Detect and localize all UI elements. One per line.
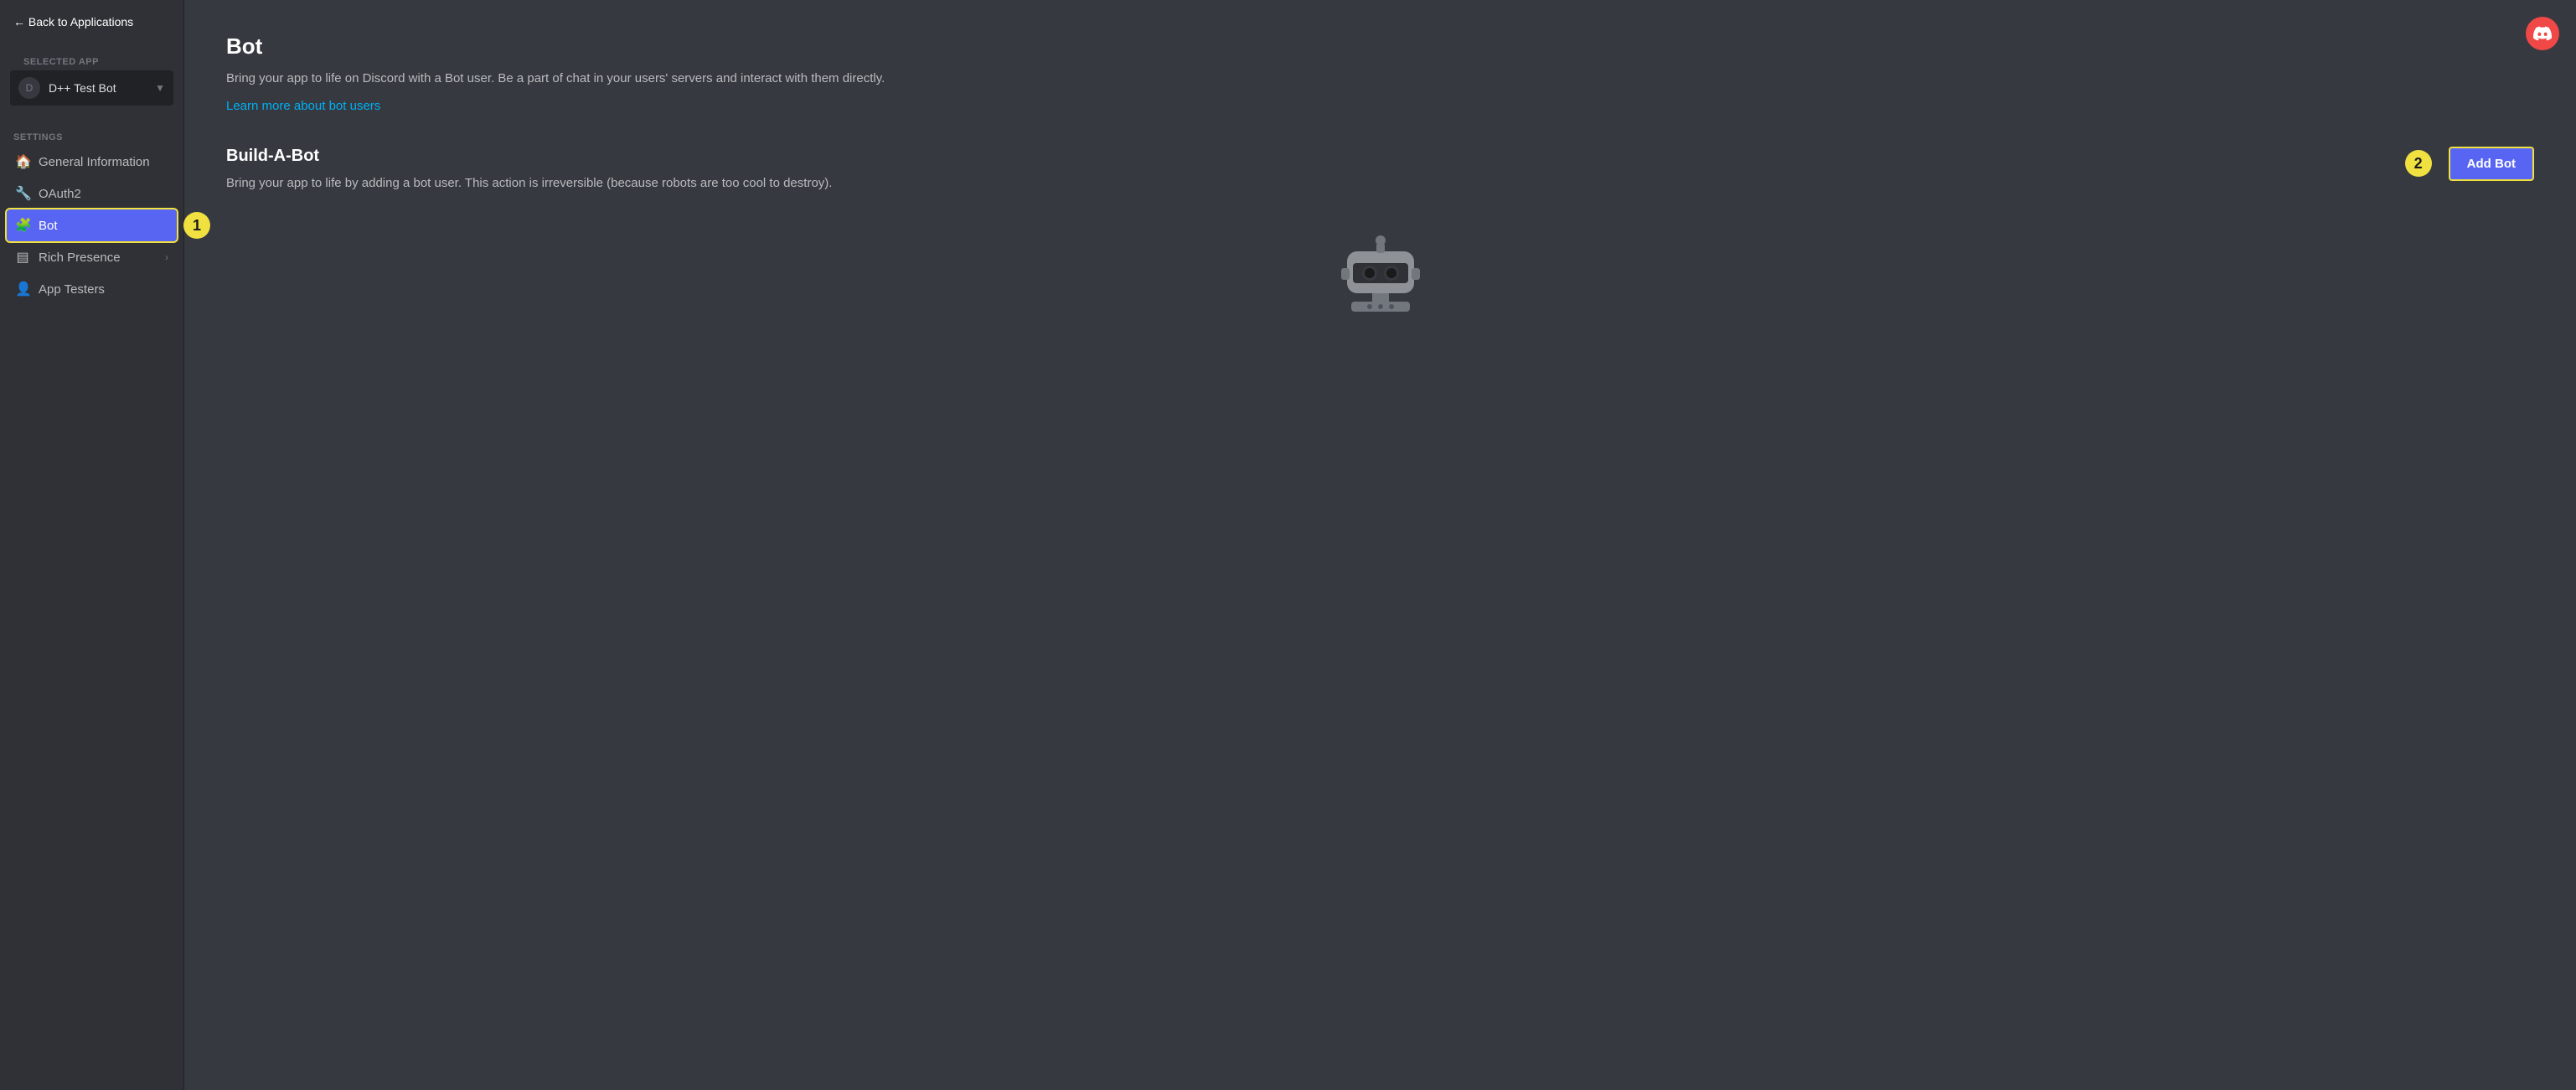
annotation-2: 2 <box>2405 150 2432 177</box>
robot-illustration <box>226 226 2534 344</box>
build-a-bot-section: Build-A-Bot Bring your app to life by ad… <box>226 147 2534 344</box>
sidebar-item-app-testers[interactable]: 👤 App Testers <box>7 273 177 305</box>
add-bot-area: 2 Add Bot <box>2405 147 2534 181</box>
learn-more-link[interactable]: Learn more about bot users <box>226 99 380 113</box>
main-content: Bot Bring your app to life on Discord wi… <box>184 0 2576 1090</box>
sidebar-item-label: App Testers <box>39 282 168 297</box>
build-a-bot-title: Build-A-Bot <box>226 147 2534 166</box>
app-avatar: D <box>18 77 40 99</box>
back-to-applications-link[interactable]: ← Back to Applications <box>0 0 183 44</box>
app-name: D++ Test Bot <box>49 81 147 95</box>
sidebar-item-label: OAuth2 <box>39 187 168 201</box>
app-selector-dropdown[interactable]: D D++ Test Bot ▼ <box>10 70 173 106</box>
chevron-down-icon: ▼ <box>155 82 165 94</box>
chevron-right-icon: › <box>165 251 168 263</box>
settings-nav: 🏠 General Information 🔧 OAuth2 🧩 Bot 1 ▤… <box>0 146 183 305</box>
sidebar-item-general-information[interactable]: 🏠 General Information <box>7 146 177 178</box>
user-icon: 👤 <box>15 281 30 297</box>
puzzle-icon: 🧩 <box>15 217 30 234</box>
home-icon: 🏠 <box>15 153 30 170</box>
page-title: Bot <box>226 34 2534 59</box>
robot-svg <box>1326 226 1435 344</box>
sidebar-item-rich-presence[interactable]: ▤ Rich Presence › <box>7 241 177 273</box>
wrench-icon: 🔧 <box>15 185 30 202</box>
selected-app-section: SELECTED APP D D++ Test Bot ▼ <box>0 44 183 119</box>
annotation-1: 1 <box>183 212 210 239</box>
sidebar-item-label: Bot <box>39 219 168 233</box>
page-description: Bring your app to life on Discord with a… <box>226 70 980 89</box>
add-bot-button[interactable]: Add Bot <box>2449 147 2534 181</box>
sidebar-item-oauth2[interactable]: 🔧 OAuth2 <box>7 178 177 209</box>
discord-logo <box>2526 17 2559 50</box>
sidebar: ← Back to Applications SELECTED APP D D+… <box>0 0 184 1090</box>
settings-section-label: SETTINGS <box>0 126 183 146</box>
rich-presence-icon: ▤ <box>15 249 30 266</box>
sidebar-item-label: Rich Presence <box>39 251 157 265</box>
sidebar-item-label: General Information <box>39 155 168 169</box>
sidebar-item-bot[interactable]: 🧩 Bot 1 <box>7 209 177 241</box>
build-a-bot-description: Bring your app to life by adding a bot u… <box>226 174 854 194</box>
selected-app-label: SELECTED APP <box>10 50 173 70</box>
